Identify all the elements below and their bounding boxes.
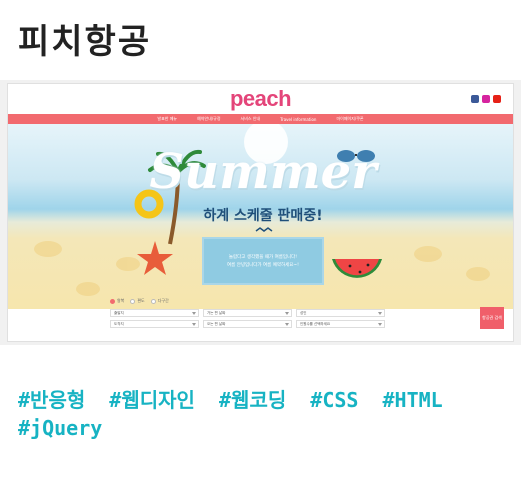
tag-item: #HTML [382,388,443,412]
passenger-select[interactable]: 인원수를 선택하세요 [296,320,385,328]
social-links [471,95,501,103]
radio-dot[interactable] [150,298,156,304]
nav-item-1[interactable]: 발표한 메뉴 [157,116,177,122]
brand-bar: peach [8,84,513,114]
youtube-icon[interactable] [493,95,501,103]
hero-info-card: 놀랍다고 생각했을 때가 여름입니다! 여름 안녕입니다가 여름 예약하세요~! [204,239,322,283]
hero-banner: Summer 하계 스케줄 판매중! 놀랍다고 생각했을 때가 여름입니다! 여… [8,124,513,309]
search-row-1: 출발지 가는 편 날짜 성인 [110,309,385,317]
arrival-select[interactable]: 도착지 [110,320,199,328]
main-nav: 발표한 메뉴 예약안내/규정 서비스 안내 Travel information… [8,114,513,124]
flight-search: 왕복 편도 다구간 출발지 가는 편 날짜 성인 도착지 오는 편 날짜 인원수… [8,298,513,341]
tag-item: #jQuery [18,416,103,440]
search-row-2: 도착지 오는 편 날짜 인원수를 선택하세요 [110,320,385,328]
return-date-select[interactable]: 오는 편 날짜 [203,320,292,328]
tag-list: #반응형 #웹디자인 #웹코딩 #CSS #HTML #jQuery [18,386,513,442]
radio-multicity[interactable]: 다구간 [150,298,169,304]
starfish-icon [137,241,173,275]
facebook-icon[interactable] [471,95,479,103]
hero-headline: Summer [149,144,377,200]
info-line-1: 놀랍다고 생각했을 때가 여름입니다! [228,255,298,260]
nav-item-4[interactable]: Travel information [280,117,316,122]
hero-subtitle: 하계 스케줄 판매중! [203,208,323,224]
tag-item: #반응형 [18,388,86,412]
info-line-2: 여름 안녕입니다가 여름 예약하세요~! [227,263,299,268]
adult-select[interactable]: 성인 [296,309,385,317]
departure-select[interactable]: 출발지 [110,309,199,317]
watermelon-icon [332,259,382,278]
trip-type-radios: 왕복 편도 다구간 [110,298,169,304]
tag-item: #웹디자인 [109,388,195,412]
instagram-icon[interactable] [482,95,490,103]
radio-oneway[interactable]: 편도 [130,298,145,304]
nav-item-2[interactable]: 예약안내/규정 [197,116,220,122]
tag-item: #CSS [310,388,359,412]
page-title: 피치항공 [18,22,152,62]
site-preview: peach 발표한 메뉴 예약안내/규정 서비스 안내 Travel infor… [8,84,513,341]
radio-roundtrip[interactable]: 왕복 [110,298,124,304]
wave-squiggle-icon [255,227,273,232]
radio-dot[interactable] [130,298,136,304]
peach-logo[interactable]: peach [230,86,292,112]
nav-item-3[interactable]: 서비스 안내 [241,116,261,122]
website-screenshot: peach 발표한 메뉴 예약안내/규정 서비스 안내 Travel infor… [0,80,521,345]
tag-item: #웹코딩 [219,388,287,412]
radio-dot[interactable] [110,298,115,304]
search-button[interactable]: 항공권 검색 [480,307,504,329]
nav-item-5[interactable]: 마이페이지/쿠폰 [336,116,363,122]
depart-date-select[interactable]: 가는 편 날짜 [203,309,292,317]
